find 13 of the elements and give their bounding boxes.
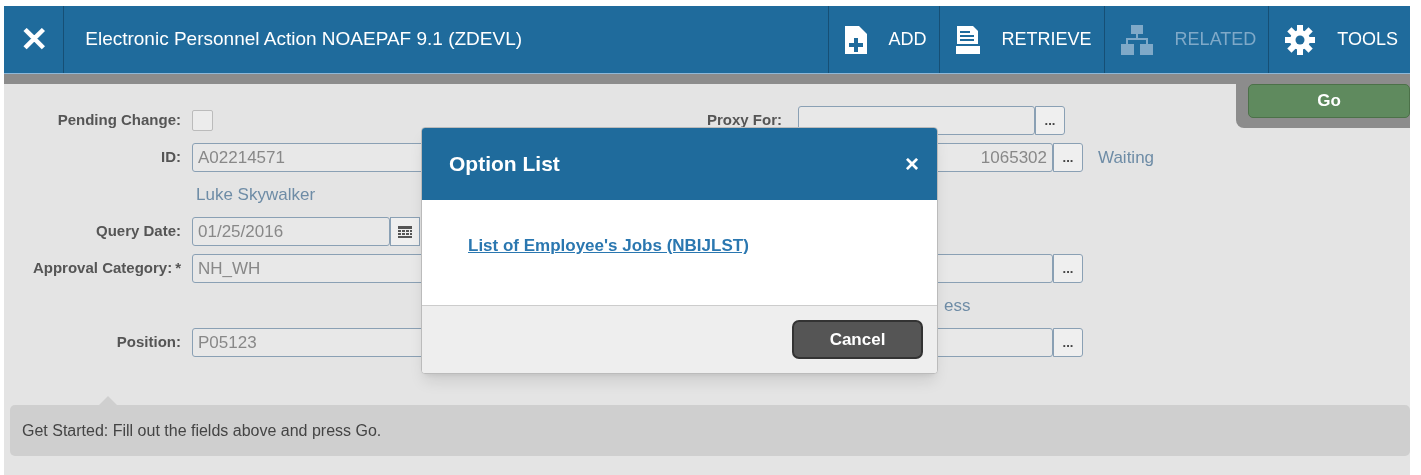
field-label: Position:: [116, 332, 181, 353]
status-text: Waiting: [1098, 146, 1155, 169]
employee-name: Luke Skywalker: [196, 183, 316, 206]
field-label: ID:: [161, 147, 181, 168]
field-label: Proxy For:: [706, 110, 783, 131]
field-label: Pending Change:: [57, 110, 181, 131]
required-mark: *: [175, 258, 181, 279]
field-label: Approval Category:: [32, 258, 173, 279]
dialog-title: Option List: [449, 151, 560, 178]
tip-bar: Get Started: Fill out the fields above and press Go.: [10, 405, 1410, 456]
window-title: Electronic Personnel Action NOAEPAF 9.1 (ZDEVL): [84, 27, 524, 52]
field-label: Query Date:: [95, 221, 181, 242]
description-text: ess: [944, 294, 971, 317]
